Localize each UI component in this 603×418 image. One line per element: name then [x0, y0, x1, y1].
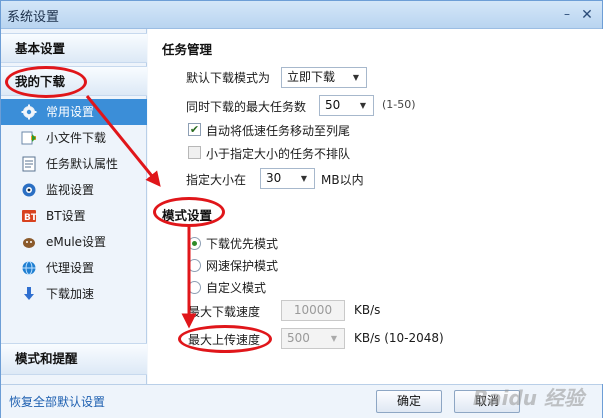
baidu-watermark: Baidu 经验 — [472, 386, 584, 410]
annotation-arrows — [85, 95, 197, 329]
arrow-to-mode-settings — [85, 95, 161, 187]
settings-window: 系统设置 – ✕ 基本设置 我的下载 常用设置 小文件下载 任务默认属性 监视设… — [0, 0, 603, 418]
